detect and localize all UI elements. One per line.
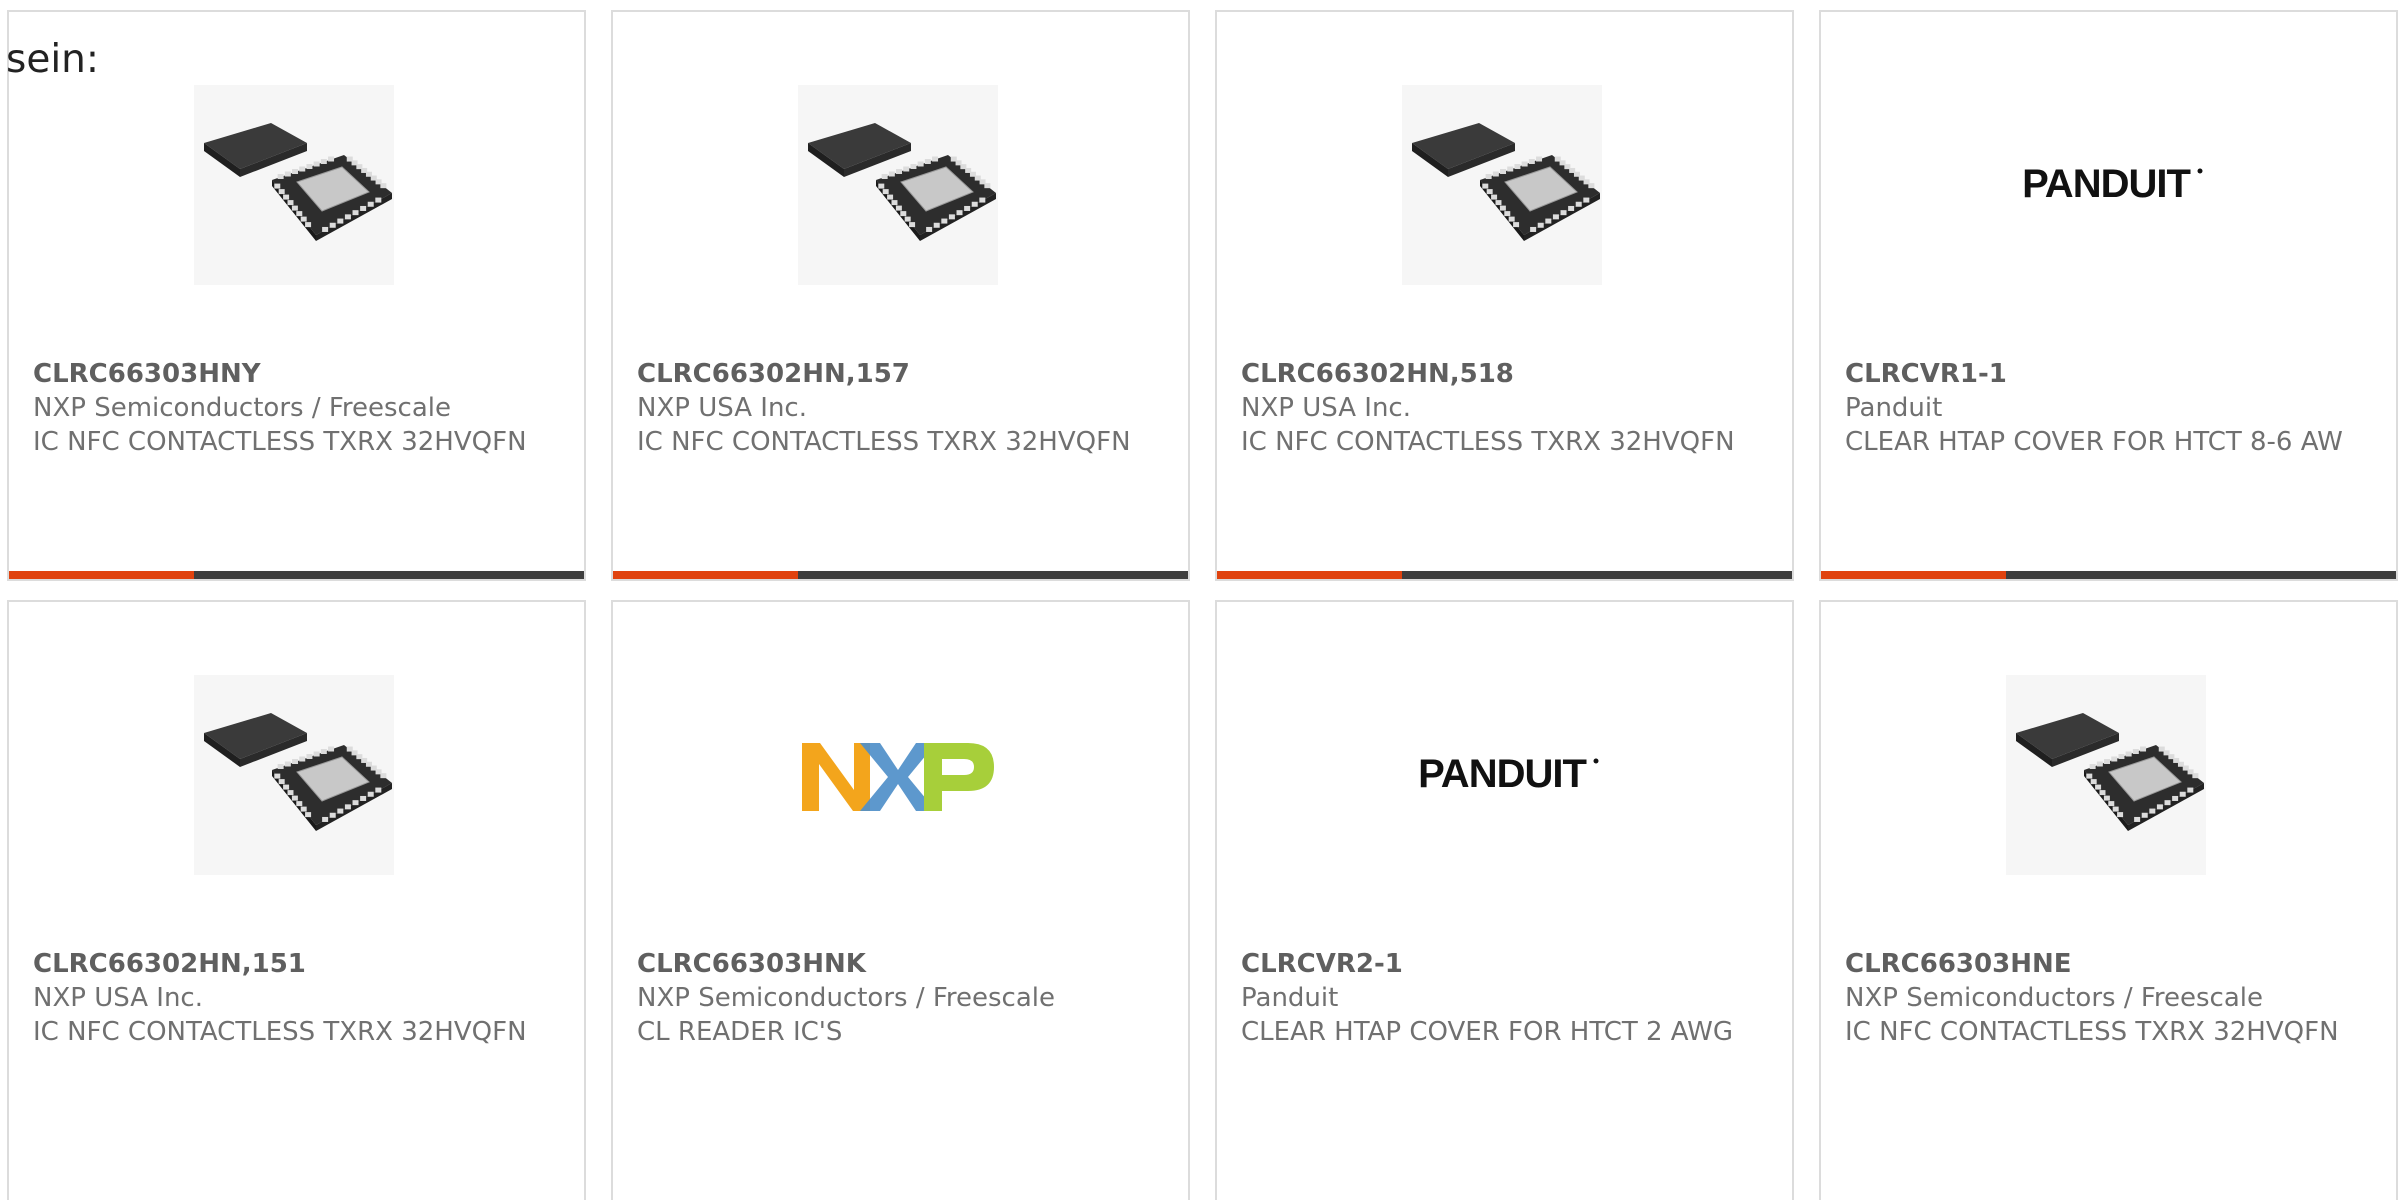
product-description: IC NFC CONTACTLESS TXRX 32HVQFN bbox=[33, 427, 527, 457]
product-info: CLRC66302HN,151 NXP USA Inc. IC NFC CONTAC… bbox=[33, 947, 574, 1049]
manufacturer-name: Panduit bbox=[1845, 393, 1943, 423]
panduit-logo[interactable]: PANDUIT bbox=[1402, 675, 1602, 875]
product-card[interactable]: CLRC66302HN,157 NXP USA Inc. IC NFC CONTAC… bbox=[611, 10, 1190, 581]
product-description: IC NFC CONTACTLESS TXRX 32HVQFN bbox=[1845, 1017, 2339, 1047]
product-description: CL READER IC'S bbox=[637, 1017, 843, 1047]
product-info: CLRCVR1-1 Panduit CLEAR HTAP COVER FOR HTC… bbox=[1845, 357, 2386, 459]
product-info: CLRC66302HN,518 NXP USA Inc. IC NFC CONTAC… bbox=[1241, 357, 1782, 459]
product-description: CLEAR HTAP COVER FOR HTCT 2 AWG bbox=[1241, 1017, 1734, 1047]
accent-bar-segment bbox=[9, 571, 194, 579]
part-number-link[interactable]: CLRC66302HN,518 bbox=[1241, 357, 1782, 391]
manufacturer-name: NXP Semiconductors / Freescale bbox=[33, 393, 452, 423]
part-number-link[interactable]: CLRC66303HNY bbox=[33, 357, 574, 391]
manufacturer-name: NXP Semiconductors / Freescale bbox=[1845, 983, 2264, 1013]
part-number-link[interactable]: CLRCVR1-1 bbox=[1845, 357, 2386, 391]
part-number-link[interactable]: CLRC66302HN,157 bbox=[637, 357, 1178, 391]
product-card[interactable]: CLRC66302HN,518 NXP USA Inc. IC NFC CONTAC… bbox=[1215, 10, 1794, 581]
dark-bar-segment bbox=[2006, 571, 2396, 579]
qfn-chip-icon[interactable] bbox=[194, 675, 394, 875]
product-description: IC NFC CONTACTLESS TXRX 32HVQFN bbox=[33, 1017, 527, 1047]
card-accent-bar bbox=[1821, 571, 2396, 579]
accent-bar-segment bbox=[1821, 571, 2006, 579]
product-info: CLRC66303HNY NXP Semiconductors / Freesca… bbox=[33, 357, 574, 459]
dark-bar-segment bbox=[1402, 571, 1792, 579]
product-description: IC NFC CONTACTLESS TXRX 32HVQFN bbox=[1241, 427, 1735, 457]
qfn-chip-icon[interactable] bbox=[2006, 675, 2206, 875]
dark-bar-segment bbox=[798, 571, 1188, 579]
qfn-chip-icon[interactable] bbox=[798, 85, 998, 285]
product-card[interactable]: CLRC66303HNY NXP Semiconductors / Freesca… bbox=[7, 10, 586, 581]
part-number-link[interactable]: CLRCVR2-1 bbox=[1241, 947, 1782, 981]
panduit-logo[interactable]: PANDUIT bbox=[2006, 85, 2206, 285]
part-number-link[interactable]: CLRC66303HNE bbox=[1845, 947, 2386, 981]
accent-bar-segment bbox=[613, 571, 798, 579]
qfn-chip-icon[interactable] bbox=[194, 85, 394, 285]
product-info: CLRC66303HNK NXP Semiconductors / Freesca… bbox=[637, 947, 1178, 1049]
nxp-logo[interactable] bbox=[798, 675, 998, 875]
part-number-link[interactable]: CLRC66302HN,151 bbox=[33, 947, 574, 981]
manufacturer-name: NXP USA Inc. bbox=[1241, 393, 1411, 423]
card-accent-bar bbox=[9, 571, 584, 579]
product-card[interactable]: PANDUIT CLRCVR1-1 Panduit CLEAR HTAP COVER… bbox=[1819, 10, 2398, 581]
product-info: CLRC66303HNE NXP Semiconductors / Freesca… bbox=[1845, 947, 2386, 1049]
svg-text:PANDUIT: PANDUIT bbox=[2022, 162, 2190, 206]
product-card[interactable]: PANDUIT CLRCVR2-1 Panduit CLEAR HTAP COVER… bbox=[1215, 600, 1794, 1200]
manufacturer-name: Panduit bbox=[1241, 983, 1339, 1013]
product-info: CLRC66302HN,157 NXP USA Inc. IC NFC CONTAC… bbox=[637, 357, 1178, 459]
product-card[interactable]: CLRC66302HN,151 NXP USA Inc. IC NFC CONTAC… bbox=[7, 600, 586, 1200]
card-accent-bar bbox=[1217, 571, 1792, 579]
qfn-chip-icon[interactable] bbox=[1402, 85, 1602, 285]
accent-bar-segment bbox=[1217, 571, 1402, 579]
dark-bar-segment bbox=[194, 571, 584, 579]
part-number-link[interactable]: CLRC66303HNK bbox=[637, 947, 1178, 981]
manufacturer-name: NXP Semiconductors / Freescale bbox=[637, 983, 1056, 1013]
product-info: CLRCVR2-1 Panduit CLEAR HTAP COVER FOR HTC… bbox=[1241, 947, 1782, 1049]
product-description: IC NFC CONTACTLESS TXRX 32HVQFN bbox=[637, 427, 1131, 457]
manufacturer-name: NXP USA Inc. bbox=[637, 393, 807, 423]
svg-text:PANDUIT: PANDUIT bbox=[1418, 752, 1586, 796]
product-description: CLEAR HTAP COVER FOR HTCT 8-6 AW bbox=[1845, 427, 2343, 457]
product-card[interactable]: CLRC66303HNE NXP Semiconductors / Freesca… bbox=[1819, 600, 2398, 1200]
card-accent-bar bbox=[613, 571, 1188, 579]
intro-text: sein: bbox=[6, 37, 100, 82]
product-card[interactable]: CLRC66303HNK NXP Semiconductors / Freesca… bbox=[611, 600, 1190, 1200]
manufacturer-name: NXP USA Inc. bbox=[33, 983, 203, 1013]
